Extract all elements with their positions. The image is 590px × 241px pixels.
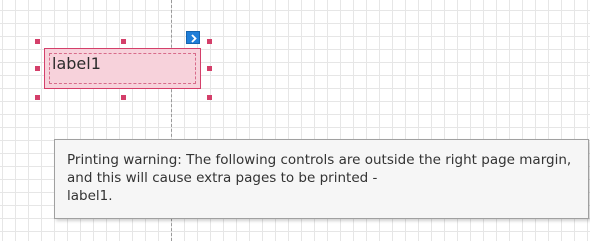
tooltip-text: Printing warning: The following controls…	[67, 152, 572, 204]
resize-handle-top-right[interactable]	[207, 39, 212, 44]
label-control[interactable]: label1	[44, 48, 201, 89]
resize-handle-bottom-right[interactable]	[207, 95, 212, 100]
resize-handle-top-left[interactable]	[35, 39, 40, 44]
resize-handle-bottom-center[interactable]	[121, 95, 126, 100]
smart-tag-button[interactable]	[186, 31, 200, 44]
chevron-right-icon	[191, 34, 197, 43]
printing-warning-tooltip: Printing warning: The following controls…	[54, 139, 589, 219]
resize-handle-middle-left[interactable]	[35, 66, 40, 71]
resize-handle-middle-right[interactable]	[207, 66, 212, 71]
label-control-text: label1	[52, 54, 101, 73]
resize-handle-top-center[interactable]	[121, 39, 126, 44]
resize-handle-bottom-left[interactable]	[35, 95, 40, 100]
